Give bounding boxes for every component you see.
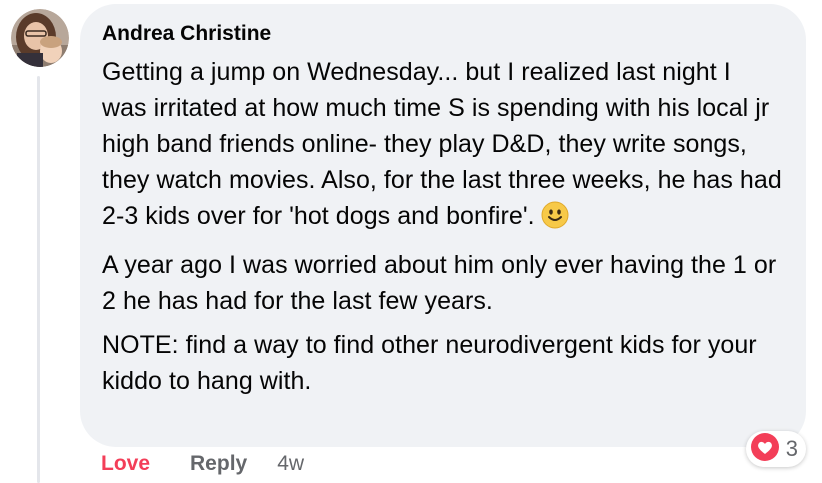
comment-bubble: Andrea Christine Getting a jump on Wedne… <box>80 4 806 447</box>
comment-author[interactable]: Andrea Christine <box>102 20 782 48</box>
avatar[interactable] <box>11 9 69 67</box>
comment-timestamp[interactable]: 4w <box>277 450 304 478</box>
smiling-face-icon <box>541 201 569 239</box>
reaction-count: 3 <box>785 436 798 461</box>
comment-paragraph-2: A year ago I was worried about him only … <box>102 251 777 315</box>
comment-paragraph-1-text: Getting a jump on Wednesday... but I rea… <box>102 58 782 230</box>
reply-button[interactable]: Reply <box>190 450 247 478</box>
love-button[interactable]: Love <box>101 450 150 478</box>
heart-reaction-icon <box>750 432 780 467</box>
comment-actions: Love Reply 4w <box>101 450 304 478</box>
thread-line <box>37 76 40 483</box>
reaction-summary[interactable]: 3 <box>745 431 806 467</box>
comment-paragraph-3: NOTE: find a way to find other neurodive… <box>102 331 757 395</box>
comment-paragraph-1: Getting a jump on Wednesday... but I rea… <box>102 54 782 239</box>
